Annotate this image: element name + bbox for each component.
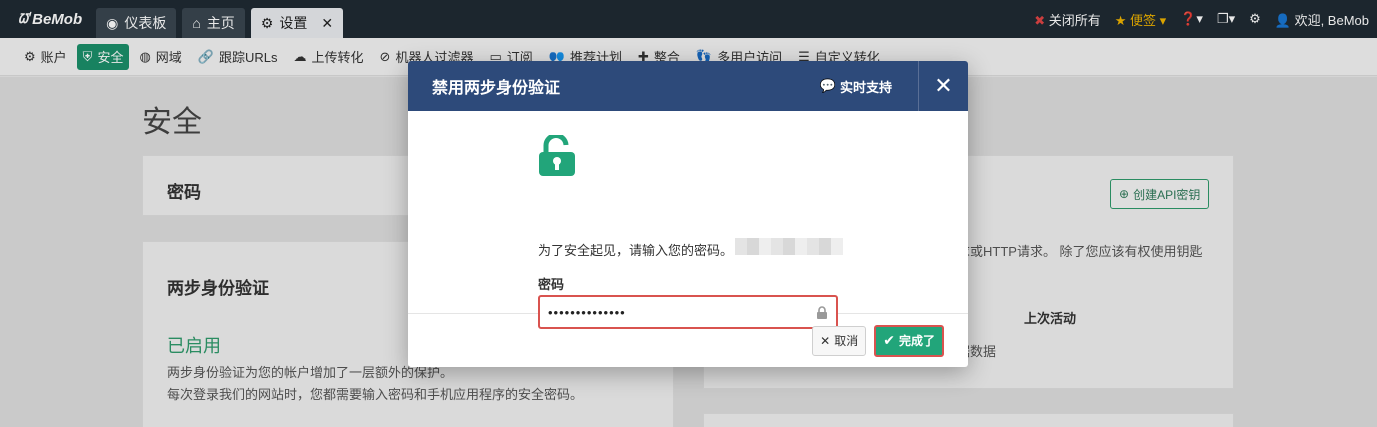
- modal-close-button[interactable]: ✕: [918, 61, 968, 111]
- done-button[interactable]: ✔ 完成了: [874, 324, 944, 357]
- unlock-icon: [539, 135, 575, 176]
- live-support-label: 实时支持: [839, 79, 892, 95]
- cancel-label: 取消: [834, 334, 859, 348]
- password-prompt: 为了安全起见，请输入您的密码。: [538, 243, 734, 258]
- close-icon: ✕: [820, 333, 831, 348]
- modal-title: 禁用两步身份验证: [432, 80, 561, 97]
- disable-2fa-modal: 禁用两步身份验证 💬 实时支持 ✕ 为了安全起见，请输入您的密码。 密码 •••…: [408, 61, 968, 367]
- modal-header: 禁用两步身份验证 💬 实时支持 ✕: [408, 61, 968, 111]
- live-support-button[interactable]: 💬 实时支持: [820, 61, 892, 111]
- done-label: 完成了: [898, 334, 935, 348]
- close-icon: ✕: [934, 73, 953, 98]
- password-label: 密码: [538, 277, 565, 292]
- chat-icon: 💬: [819, 78, 836, 93]
- redacted-email: [735, 238, 843, 255]
- modal-body: 为了安全起见，请输入您的密码。 密码 ••••••••••••••: [408, 111, 968, 329]
- modal-footer: ✕ 取消 ✔ 完成了: [408, 314, 968, 367]
- check-icon: ✔: [883, 332, 895, 348]
- cancel-button[interactable]: ✕ 取消: [812, 325, 867, 356]
